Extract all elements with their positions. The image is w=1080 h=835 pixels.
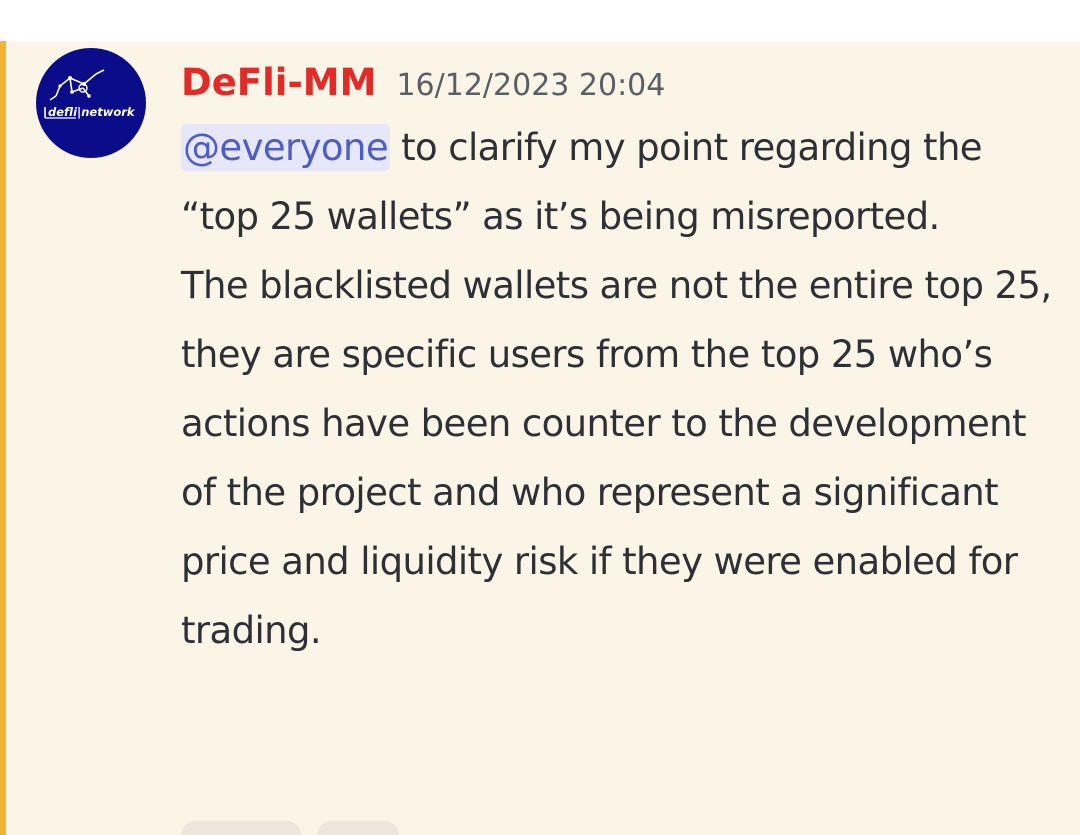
mention-highlight-bar	[0, 41, 6, 835]
everyone-mention[interactable]: @everyone	[181, 124, 390, 171]
message-header: DeFli-MM 16/12/2023 20:04	[181, 53, 665, 113]
reaction-button[interactable]	[317, 821, 399, 835]
author-name[interactable]: DeFli-MM	[181, 61, 376, 104]
chat-message: defli|network DeFli-MM 16/12/2023 20:04 @…	[0, 41, 1080, 835]
reaction-button[interactable]	[181, 821, 301, 835]
message-paragraph-2: The blacklisted wallets are not the enti…	[181, 264, 1052, 652]
message-paragraph-1: @everyone to clarify my point regarding …	[181, 113, 1066, 251]
message-content: @everyone to clarify my point regarding …	[181, 113, 1066, 665]
defli-network-logo-icon: defli|network	[44, 69, 136, 119]
avatar[interactable]: defli|network	[36, 48, 146, 158]
avatar-logo-text: defli|network	[48, 105, 136, 119]
message-timestamp: 16/12/2023 20:04	[396, 68, 666, 103]
